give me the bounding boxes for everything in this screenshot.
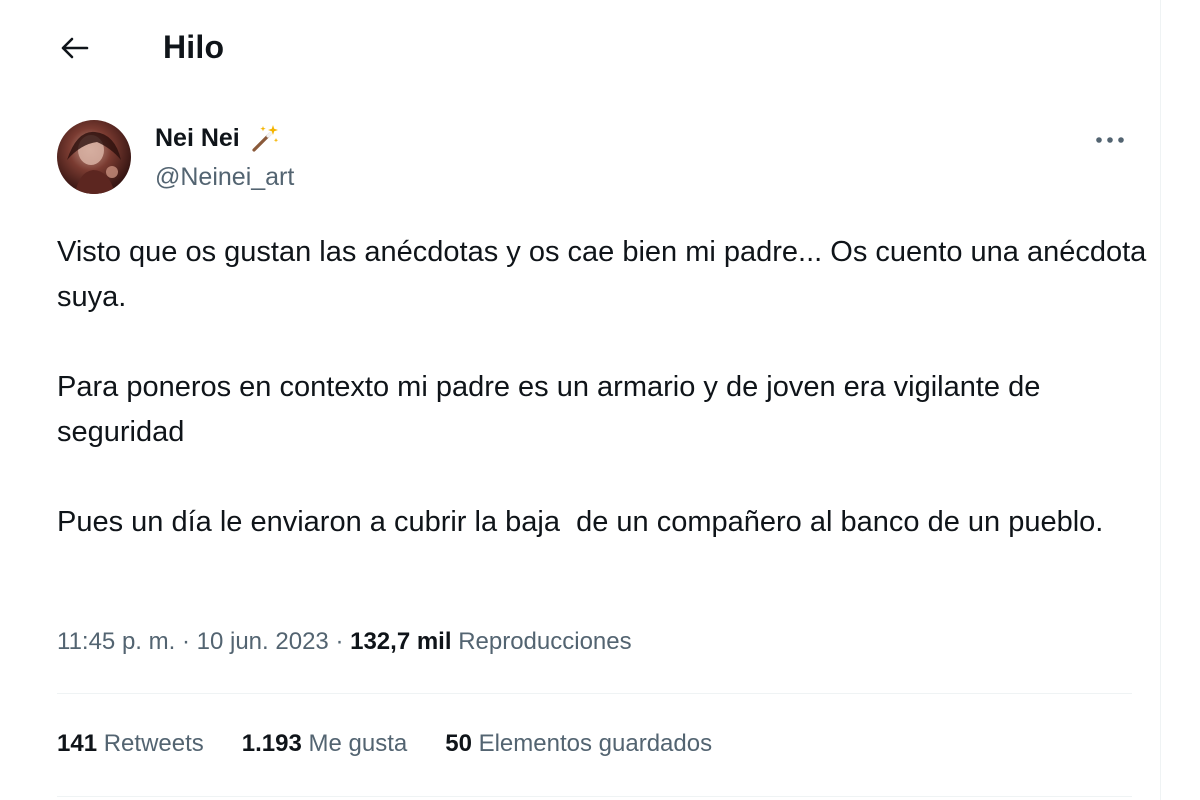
likes-count: 1.193 (241, 730, 302, 757)
more-options-button[interactable] (1088, 122, 1132, 158)
back-button[interactable] (52, 26, 96, 70)
author-name[interactable]: Nei Nei (155, 122, 240, 154)
retweets-stat[interactable]: 141 Retweets (57, 724, 204, 764)
avatar[interactable] (57, 120, 131, 194)
page-title: Hilo (163, 29, 225, 65)
tweet-time[interactable]: 11:45 p. m. (57, 628, 175, 655)
views-count: 132,7 mil (350, 628, 452, 655)
tweet-stats: 141 Retweets 1.193 Me gusta 50 Elementos… (57, 724, 712, 764)
divider (57, 796, 1132, 797)
tweet-date[interactable]: 10 jun. 2023 (197, 628, 329, 655)
thread-page: Hilo Nei Nei @Neinei_art Visto que os gu… (0, 0, 1160, 800)
avatar-image (67, 131, 121, 194)
views-label: Reproducciones (458, 628, 632, 655)
retweets-count: 141 (57, 730, 98, 757)
bookmarks-label: Elementos guardados (478, 730, 713, 757)
column-border (1160, 0, 1161, 800)
divider (57, 693, 1132, 694)
more-horizontal-icon (1096, 137, 1124, 143)
tweet-body: Visto que os gustan las anécdotas y os c… (57, 230, 1147, 545)
meta-separator: · (181, 628, 197, 655)
author-handle[interactable]: @Neinei_art (155, 160, 294, 194)
tweet-meta: 11:45 p. m. · 10 jun. 2023 · 132,7 mil R… (57, 623, 632, 661)
bookmarks-count: 50 (445, 730, 472, 757)
tweet-paragraph: Pues un día le enviaron a cubrir la baja… (57, 506, 1104, 538)
tweet-paragraph: Visto que os gustan las anécdotas y os c… (57, 236, 1155, 313)
tweet-paragraph: Para poneros en contexto mi padre es un … (57, 371, 1049, 448)
page-header: Hilo (0, 0, 1160, 92)
author-name-row[interactable]: Nei Nei (155, 122, 280, 154)
likes-label: Me gusta (308, 730, 408, 757)
magic-wand-icon (252, 125, 278, 152)
meta-separator: · (335, 628, 351, 655)
likes-stat[interactable]: 1.193 Me gusta (242, 724, 407, 764)
arrow-left-icon (61, 37, 89, 59)
bookmarks-stat[interactable]: 50 Elementos guardados (445, 724, 712, 764)
retweets-label: Retweets (103, 730, 204, 757)
